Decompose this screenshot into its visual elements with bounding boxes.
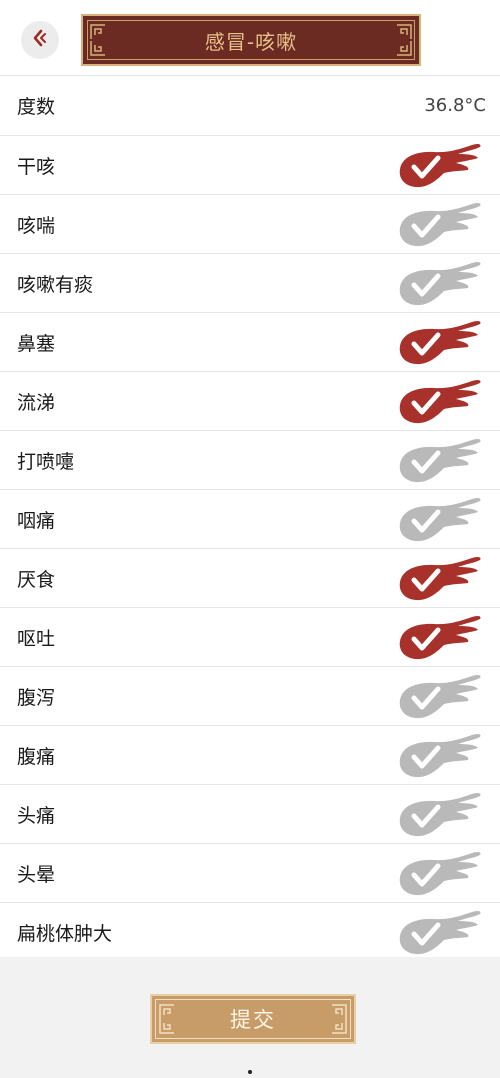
symptom-label: 呕吐	[17, 627, 56, 650]
symptom-label: 干咳	[17, 155, 56, 178]
symptom-label: 扁桃体肿大	[17, 922, 113, 945]
checkmark-unchecked-icon[interactable]	[394, 198, 486, 250]
symptom-row[interactable]: 打喷嚏	[0, 430, 500, 489]
symptom-label: 厌食	[17, 568, 56, 591]
footer: 提交	[0, 957, 500, 1078]
symptom-row[interactable]: 头晕	[0, 843, 500, 902]
checkmark-unchecked-icon[interactable]	[394, 434, 486, 486]
checkmark-unchecked-icon[interactable]	[394, 257, 486, 309]
corner-ornament-icon	[332, 1019, 347, 1034]
temperature-row[interactable]: 度数 36.8°C	[0, 75, 500, 135]
checkmark-checked-icon[interactable]	[394, 611, 486, 663]
symptom-row[interactable]: 咽痛	[0, 489, 500, 548]
symptom-row[interactable]: 腹痛	[0, 725, 500, 784]
symptom-row[interactable]: 扁桃体肿大	[0, 902, 500, 961]
symptom-label: 腹痛	[17, 745, 56, 768]
symptom-label: 鼻塞	[17, 332, 56, 355]
symptom-label: 头晕	[17, 863, 56, 886]
symptom-row[interactable]: 呕吐	[0, 607, 500, 666]
symptom-label: 咳嗽有痰	[17, 273, 94, 296]
checkmark-unchecked-icon[interactable]	[394, 493, 486, 545]
temperature-value[interactable]: 36.8°C	[424, 95, 486, 116]
checkmark-unchecked-icon[interactable]	[394, 847, 486, 899]
temperature-label: 度数	[17, 96, 56, 118]
back-button[interactable]	[21, 21, 59, 59]
symptom-row[interactable]: 咳嗽有痰	[0, 253, 500, 312]
checkmark-unchecked-icon[interactable]	[394, 906, 486, 958]
checkmark-checked-icon[interactable]	[394, 139, 486, 191]
submit-label: 提交	[230, 1008, 276, 1032]
symptom-label: 头痛	[17, 804, 56, 827]
symptom-label: 咽痛	[17, 509, 56, 532]
symptom-list: 度数 36.8°C 干咳咳喘咳嗽有痰鼻塞流涕打喷嚏咽痛厌食呕吐腹泻腹痛头痛头晕扁…	[0, 75, 500, 961]
symptom-row[interactable]: 头痛	[0, 784, 500, 843]
checkmark-checked-icon[interactable]	[394, 316, 486, 368]
header: 感冒-咳嗽	[0, 0, 500, 75]
corner-ornament-icon	[159, 1019, 174, 1034]
title-banner: 感冒-咳嗽	[81, 14, 421, 66]
home-indicator	[248, 1070, 252, 1074]
checkmark-unchecked-icon[interactable]	[394, 729, 486, 781]
corner-ornament-icon	[397, 41, 412, 56]
checkmark-unchecked-icon[interactable]	[394, 788, 486, 840]
back-arrow-icon	[30, 28, 50, 52]
symptom-label: 咳喘	[17, 214, 56, 237]
symptom-row[interactable]: 干咳	[0, 135, 500, 194]
checkmark-unchecked-icon[interactable]	[394, 670, 486, 722]
checkmark-checked-icon[interactable]	[394, 552, 486, 604]
symptom-row[interactable]: 流涕	[0, 371, 500, 430]
submit-button[interactable]: 提交	[150, 994, 356, 1044]
corner-ornament-icon	[90, 41, 105, 56]
symptom-row[interactable]: 腹泻	[0, 666, 500, 725]
page-title: 感冒-咳嗽	[204, 29, 298, 54]
checkmark-checked-icon[interactable]	[394, 375, 486, 427]
symptom-row[interactable]: 咳喘	[0, 194, 500, 253]
symptom-label: 流涕	[17, 391, 56, 414]
symptom-label: 打喷嚏	[17, 450, 75, 473]
symptom-row[interactable]: 厌食	[0, 548, 500, 607]
symptom-label: 腹泻	[17, 686, 56, 709]
symptom-row[interactable]: 鼻塞	[0, 312, 500, 371]
